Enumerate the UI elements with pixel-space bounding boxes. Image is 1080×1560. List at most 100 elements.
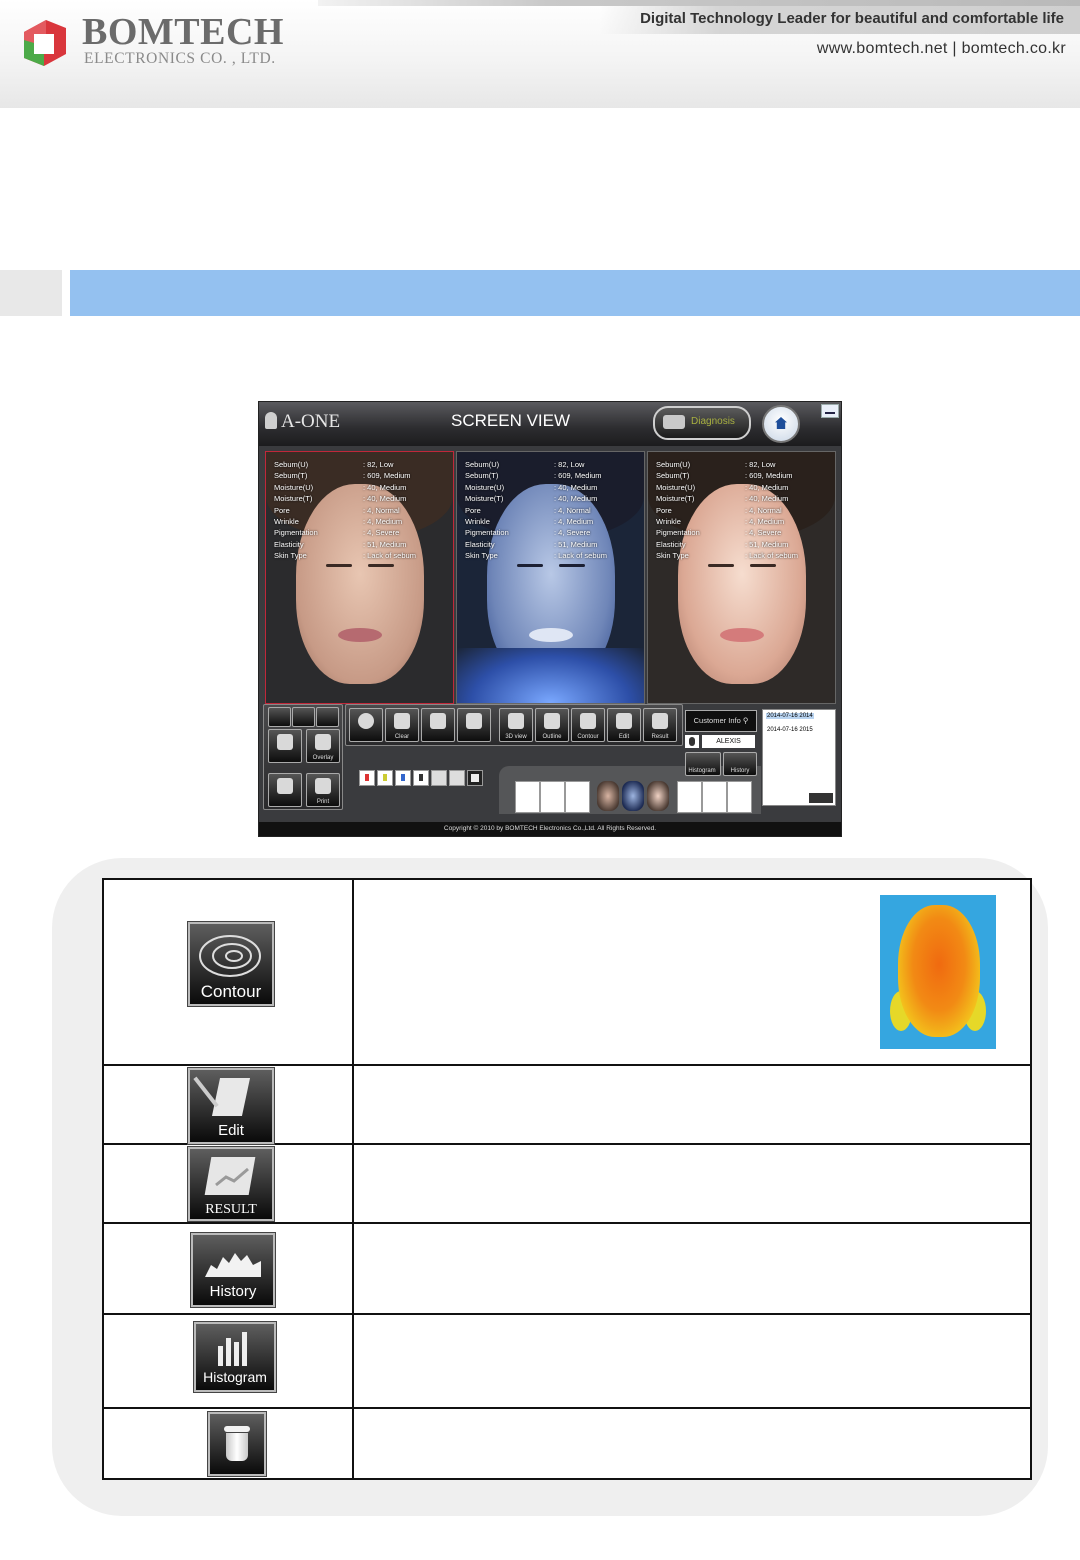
date-item[interactable]: 2014-07-16 2014	[766, 713, 814, 719]
skin-stats: Sebum(U): 82, Low Sebum(T): 609, Medium …	[274, 460, 449, 563]
history-icon: History	[191, 1233, 275, 1307]
delete-date-button[interactable]	[809, 793, 833, 803]
history-tool-button[interactable]: History	[723, 752, 757, 776]
stat-row: Elasticity: 51, Medium	[465, 539, 598, 549]
camera-icon	[663, 415, 685, 429]
printer-icon	[315, 778, 331, 794]
brand-name: BOMTECH	[82, 11, 284, 53]
date-item[interactable]: 2014-07-16 2015	[766, 727, 814, 733]
stat-row: Pigmentation: 4, Severe	[465, 528, 591, 538]
stat-row: Sebum(T): 609, Medium	[465, 471, 602, 481]
empty-slot[interactable]	[565, 781, 590, 813]
contour-tool-button[interactable]: Contour	[571, 708, 605, 742]
contour-icon	[580, 713, 596, 729]
stat-row: Wrinkle: 4, Medium	[465, 516, 594, 526]
resize-button[interactable]	[268, 729, 302, 763]
histogram-icon: Histogram	[194, 1322, 276, 1392]
app-name: A-ONE	[281, 411, 341, 432]
row-divider	[104, 1407, 1032, 1409]
stat-row: Pigmentation: 4, Severe	[274, 528, 400, 538]
outline-button[interactable]: Outline	[535, 708, 569, 742]
outline-icon	[544, 713, 560, 729]
stat-row: Moisture(U): 40, Medium	[274, 482, 407, 492]
customer-name: ALEXIS	[702, 735, 755, 748]
thumbnail-polarized[interactable]	[647, 781, 669, 811]
empty-slot[interactable]	[702, 781, 727, 813]
result-icon	[652, 713, 668, 729]
save-button[interactable]	[457, 708, 491, 742]
eraser-button[interactable]	[467, 770, 483, 786]
minimize-button[interactable]	[821, 404, 839, 418]
stat-row: Pore: 4, Normal	[656, 505, 782, 515]
stat-row: Sebum(U): 82, Low	[656, 460, 776, 469]
thumbnail-normal[interactable]	[597, 781, 619, 811]
bomtech-logo-icon	[24, 20, 66, 66]
print-button[interactable]: Print	[306, 773, 340, 807]
row-divider	[104, 1313, 1032, 1315]
empty-slot[interactable]	[515, 781, 540, 813]
result-icon: RESULT	[188, 1147, 274, 1221]
app-titlebar: A-ONE SCREEN VIEW Diagnosis	[259, 402, 841, 446]
ruler-tool-button[interactable]	[449, 770, 465, 786]
empty-slot[interactable]	[727, 781, 752, 813]
face-panel-polarized[interactable]: Sebum(U): 82, Low Sebum(T): 609, Medium …	[647, 451, 836, 704]
folder-icon	[430, 713, 446, 729]
info-button[interactable]	[349, 708, 383, 742]
face-panel-normal[interactable]: Sebum(U): 82, Low Sebum(T): 609, Medium …	[265, 451, 454, 704]
software-screenshot: A-ONE SCREEN VIEW Diagnosis Sebum(U): 82…	[258, 401, 842, 837]
lips	[338, 628, 382, 642]
image-tool-button[interactable]	[431, 770, 447, 786]
eye	[559, 564, 585, 567]
empty-slot[interactable]	[540, 781, 565, 813]
heatmap-face-image	[880, 895, 996, 1049]
stat-row: Elasticity: 51, Medium	[656, 539, 789, 549]
thumbnail-tray	[499, 766, 761, 814]
blue-marker-button[interactable]	[395, 770, 411, 786]
stat-row: Wrinkle: 4, Medium	[656, 516, 785, 526]
clear-button[interactable]: Clear	[385, 708, 419, 742]
thumbnail-uv[interactable]	[622, 781, 644, 811]
layout-1-button[interactable]	[268, 707, 291, 727]
column-divider	[352, 880, 354, 1480]
stat-row: Sebum(U): 82, Low	[274, 460, 394, 469]
brand-subtitle: ELECTRONICS CO. , LTD.	[84, 50, 276, 67]
empty-slot[interactable]	[677, 781, 702, 813]
stat-row: Wrinkle: 4, Medium	[274, 516, 403, 526]
screen-title: SCREEN VIEW	[451, 411, 571, 430]
edit-tool-button[interactable]: Edit	[607, 708, 641, 742]
home-icon	[775, 417, 787, 429]
3d-view-button[interactable]: 3D view	[499, 708, 533, 742]
lips	[529, 628, 573, 642]
eye	[368, 564, 394, 567]
row-divider	[104, 1064, 1032, 1066]
red-marker-button[interactable]	[359, 770, 375, 786]
layout-2-button[interactable]	[292, 707, 315, 727]
page-header: BOMTECH ELECTRONICS CO. , LTD. Digital T…	[0, 0, 1080, 108]
color-tools	[359, 768, 495, 786]
fullscreen-button[interactable]	[268, 773, 302, 807]
open-button[interactable]	[421, 708, 455, 742]
home-button[interactable]	[762, 405, 800, 443]
copyright: Copyright © 2010 by BOMTECH Electronics …	[259, 822, 841, 836]
edit-icon: Edit	[188, 1068, 274, 1144]
skin-stats: Sebum(U): 82, Low Sebum(T): 609, Medium …	[656, 460, 831, 563]
stat-row: Moisture(T): 40, Medium	[465, 494, 598, 504]
black-marker-button[interactable]	[413, 770, 429, 786]
stat-row: Elasticity: 51, Medium	[274, 539, 407, 549]
stat-row: Pore: 4, Normal	[274, 505, 400, 515]
result-tool-button[interactable]: Result	[643, 708, 677, 742]
trash-icon	[208, 1412, 266, 1476]
date-list[interactable]: 2014-07-16 2014 2014-07-16 2015	[762, 709, 836, 806]
histogram-tool-button[interactable]: Histogram	[685, 752, 721, 776]
diagnosis-button[interactable]: Diagnosis	[653, 406, 751, 440]
overlay-button[interactable]: Overlay	[306, 729, 340, 763]
customer-info-button[interactable]: Customer Info ⚲	[685, 710, 757, 732]
diagnosis-label: Diagnosis	[691, 416, 735, 427]
app-logo-icon	[265, 412, 277, 429]
section-marker	[0, 270, 62, 316]
layout-3-button[interactable]	[316, 707, 339, 727]
tool-area: Overlay Print Clear 3D view Outline Cont…	[259, 704, 841, 814]
stat-row: Moisture(U): 40, Medium	[465, 482, 598, 492]
face-panel-uv[interactable]: Sebum(U): 82, Low Sebum(T): 609, Medium …	[456, 451, 645, 704]
yellow-marker-button[interactable]	[377, 770, 393, 786]
